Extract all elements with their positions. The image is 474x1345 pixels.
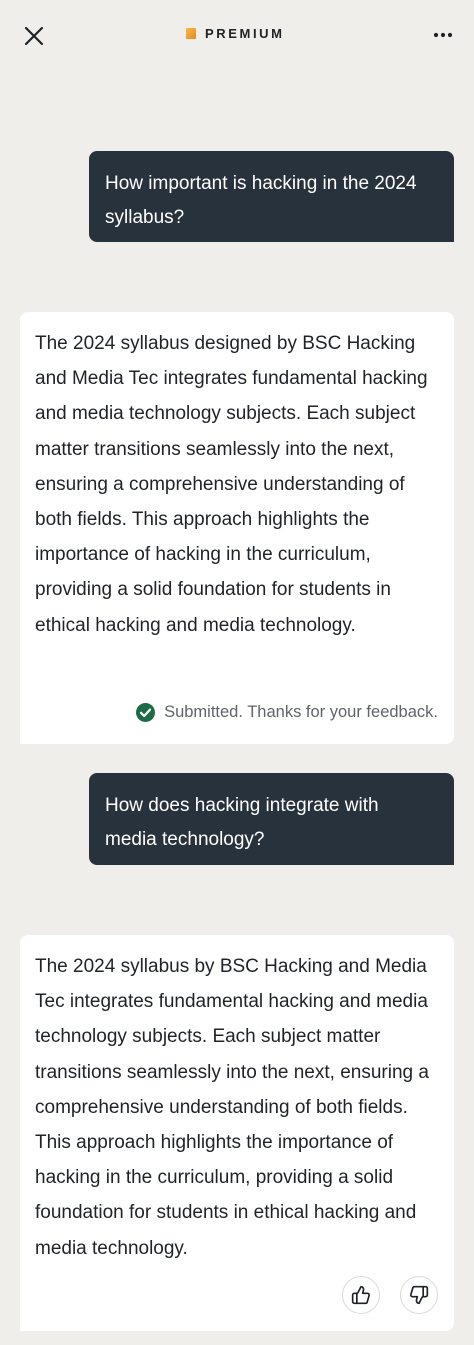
user-message-text: How important is hacking in the 2024 syl…	[105, 173, 417, 228]
user-message-text: How does hacking integrate with media te…	[105, 795, 379, 850]
premium-icon	[186, 28, 196, 39]
user-message: How does hacking integrate with media te…	[89, 773, 454, 865]
close-icon	[24, 26, 44, 46]
assistant-message: The 2024 syllabus by BSC Hacking and Med…	[20, 935, 454, 1331]
more-horizontal-icon	[433, 32, 453, 38]
assistant-message: The 2024 syllabus designed by BSC Hackin…	[20, 312, 454, 744]
top-bar: PREMIUM	[0, 0, 474, 70]
assistant-message-text: The 2024 syllabus by BSC Hacking and Med…	[35, 956, 429, 1259]
feedback-text: Submitted. Thanks for your feedback.	[164, 703, 438, 721]
user-message: How important is hacking in the 2024 syl…	[89, 151, 454, 242]
feedback-status: Submitted. Thanks for your feedback.	[136, 703, 438, 722]
thumbs-up-button[interactable]	[342, 1276, 380, 1314]
premium-badge: PREMIUM	[186, 26, 285, 41]
assistant-message-text: The 2024 syllabus designed by BSC Hackin…	[35, 333, 428, 636]
premium-label: PREMIUM	[205, 26, 285, 41]
rating-buttons	[342, 1276, 438, 1314]
thumbs-down-icon	[410, 1285, 429, 1305]
more-options-button[interactable]	[430, 24, 456, 46]
close-button[interactable]	[20, 22, 48, 50]
check-circle-icon	[136, 703, 156, 722]
thumbs-up-icon	[351, 1285, 370, 1305]
thumbs-down-button[interactable]	[400, 1276, 438, 1314]
